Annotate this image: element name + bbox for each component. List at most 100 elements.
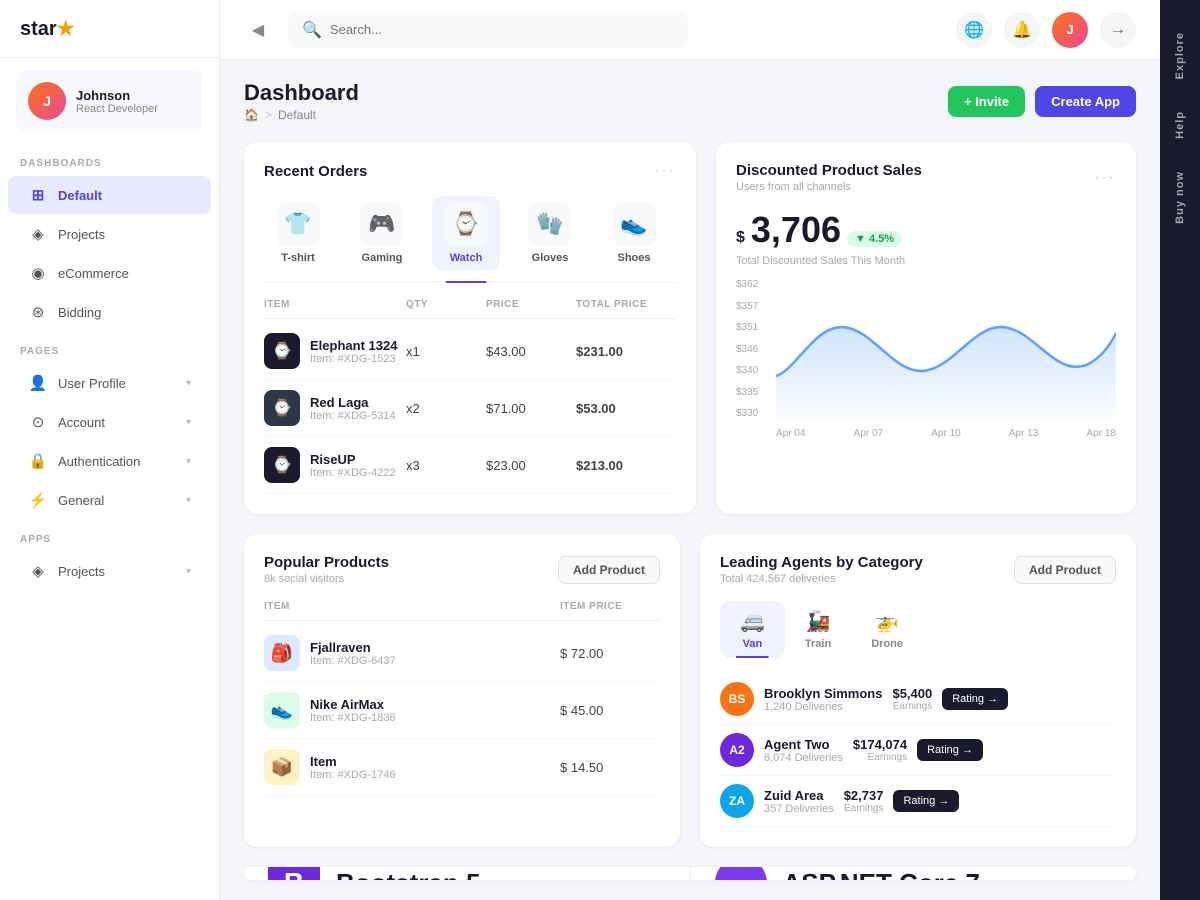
projects-app-icon: ◈: [28, 561, 48, 581]
list-item: ZA Zuid Area 357 Deliveries $2,737 Earni…: [720, 776, 1116, 827]
gaming-icon: 🎮: [360, 202, 404, 246]
rating-button[interactable]: Rating →: [917, 739, 983, 761]
card-menu-icon[interactable]: ···: [654, 162, 676, 180]
table-row: ⌚ Red Laga Item: #XDG-5314 x2 $71.00 $53…: [264, 380, 676, 437]
van-icon: 🚐: [740, 609, 765, 634]
topbar: ◀ 🔍 🌐 🔔 J →: [220, 0, 1160, 60]
tab-van[interactable]: 🚐 Van: [720, 601, 785, 658]
category-tabs: 👕 T-shirt 🎮 Gaming ⌚ Watch 🧤 Gloves: [264, 196, 676, 283]
sidebar-section-apps: APPS ◈ Projects ▾: [0, 520, 219, 591]
aspnet-icon: re: [715, 867, 767, 880]
bidding-icon: ⊛: [28, 302, 48, 322]
dashboard-row-1: Recent Orders ··· 👕 T-shirt 🎮 Gaming ⌚: [244, 142, 1136, 514]
sidebar-item-user-profile[interactable]: 👤 User Profile ▾: [8, 364, 211, 402]
chart-svg-area: [776, 279, 1116, 419]
logo-area: star★: [0, 0, 219, 58]
tab-gloves[interactable]: 🧤 Gloves: [516, 196, 584, 270]
sidebar-section-pages: PAGES 👤 User Profile ▾ ⊙ Account ▾ 🔒 Aut…: [0, 332, 219, 520]
table-row: ⌚ Elephant 1324 Item: #XDG-1523 x1 $43.0…: [264, 323, 676, 380]
projects-icon: ◈: [28, 224, 48, 244]
arrow-right-icon[interactable]: →: [1100, 12, 1136, 48]
banner-left: B Bootstrap 5: [244, 867, 691, 880]
sidebar-item-label: Projects: [58, 564, 105, 579]
sidebar-item-general[interactable]: ⚡ General ▾: [8, 481, 211, 519]
breadcrumb: 🏠 > Default: [244, 108, 359, 122]
user-icon: 👤: [28, 373, 48, 393]
agent-tabs: 🚐 Van 🚂 Train 🚁 Drone: [720, 601, 1116, 658]
product-icon: 📦: [264, 749, 300, 785]
page-header-left: Dashboard 🏠 > Default: [244, 80, 359, 122]
recent-orders-card: Recent Orders ··· 👕 T-shirt 🎮 Gaming ⌚: [244, 142, 696, 514]
topbar-right: 🌐 🔔 J →: [956, 12, 1136, 48]
product-icon: 🎒: [264, 635, 300, 671]
section-label-pages: PAGES: [0, 332, 219, 363]
chart-y-axis: $362 $357 $351 $346 $340 $335 $330: [736, 279, 758, 419]
topbar-avatar[interactable]: J: [1052, 12, 1088, 48]
table-row: ⌚ RiseUP Item: #XDG-4222 x3 $23.00 $213.…: [264, 437, 676, 494]
user-profile-card: J Johnson React Developer: [16, 70, 203, 132]
tab-shoes[interactable]: 👟 Shoes: [600, 196, 668, 270]
add-product-agents-button[interactable]: Add Product: [1014, 556, 1116, 584]
list-item: 👟 Nike AirMax Item: #XDG-1836 $ 45.00: [264, 682, 660, 739]
banner-right: re ASP.NET Core 7: [691, 867, 1137, 880]
tab-train[interactable]: 🚂 Train: [785, 601, 851, 658]
sidebar-item-label: eCommerce: [58, 266, 129, 281]
globe-icon-button[interactable]: 🌐: [956, 12, 992, 48]
sidebar-item-label: Account: [58, 415, 105, 430]
currency-symbol: $: [736, 229, 745, 247]
avatar: ZA: [720, 784, 754, 818]
general-icon: ⚡: [28, 490, 48, 510]
card-title-agents: Leading Agents by Category: [720, 554, 923, 571]
explore-link[interactable]: Explore: [1174, 16, 1186, 95]
search-input[interactable]: [330, 22, 674, 37]
main-area: ◀ 🔍 🌐 🔔 J → Dashboard 🏠 > Default: [220, 0, 1160, 900]
sidebar-item-ecommerce[interactable]: ◉ eCommerce: [8, 254, 211, 292]
sidebar-item-bidding[interactable]: ⊛ Bidding: [8, 293, 211, 331]
tab-gaming[interactable]: 🎮 Gaming: [348, 196, 416, 270]
chart-x-axis: Apr 04 Apr 07 Apr 10 Apr 13 Apr 18: [776, 428, 1116, 439]
sidebar-item-label: General: [58, 493, 104, 508]
sidebar-toggle-button[interactable]: ◀: [244, 16, 272, 44]
tab-drone[interactable]: 🚁 Drone: [851, 601, 923, 658]
sidebar-item-projects-app[interactable]: ◈ Projects ▾: [8, 552, 211, 590]
sales-chart: $362 $357 $351 $346 $340 $335 $330: [736, 279, 1116, 439]
buy-now-link[interactable]: Buy now: [1174, 155, 1186, 240]
card-menu-icon[interactable]: ···: [1094, 169, 1116, 187]
add-product-button[interactable]: Add Product: [558, 556, 660, 584]
content-area: Dashboard 🏠 > Default + Invite Create Ap…: [220, 60, 1160, 900]
sidebar-item-projects[interactable]: ◈ Projects: [8, 215, 211, 253]
watch-icon: ⌚: [444, 202, 488, 246]
sidebar-item-authentication[interactable]: 🔒 Authentication ▾: [8, 442, 211, 480]
popular-products-card: Popular Products 8k social visitors Add …: [244, 534, 680, 847]
ecommerce-icon: ◉: [28, 263, 48, 283]
create-app-button[interactable]: Create App: [1035, 86, 1136, 117]
discounted-sales-card: Discounted Product Sales Users from all …: [716, 142, 1136, 514]
notification-icon-button[interactable]: 🔔: [1004, 12, 1040, 48]
sidebar-section-dashboards: DASHBOARDS ⊞ Default ◈ Projects ◉ eComme…: [0, 144, 219, 332]
user-name: Johnson: [76, 88, 158, 103]
product-icon: 👟: [264, 692, 300, 728]
leading-agents-card: Leading Agents by Category Total 424,567…: [700, 534, 1136, 847]
chevron-down-icon: ▾: [186, 417, 191, 428]
list-item: 📦 Item Item: #XDG-1746 $ 14.50: [264, 739, 660, 796]
section-label-dashboards: DASHBOARDS: [0, 144, 219, 175]
help-link[interactable]: Help: [1174, 95, 1186, 155]
home-icon: 🏠: [244, 108, 259, 122]
invite-button[interactable]: + Invite: [948, 86, 1025, 117]
rating-button[interactable]: Rating →: [942, 688, 1008, 710]
card-header: Leading Agents by Category Total 424,567…: [720, 554, 1116, 585]
lock-icon: 🔒: [28, 451, 48, 471]
sidebar-item-account[interactable]: ⊙ Account ▾: [8, 403, 211, 441]
breadcrumb-sep: >: [265, 108, 272, 122]
bottom-banner: B Bootstrap 5 re ASP.NET Core 7: [244, 867, 1136, 880]
avatar: BS: [720, 682, 754, 716]
card-subtitle-agents: Total 424,567 deliveries: [720, 573, 923, 585]
tab-watch[interactable]: ⌚ Watch: [432, 196, 500, 270]
card-title-recent-orders: Recent Orders: [264, 163, 367, 180]
chevron-down-icon: ▾: [186, 378, 191, 389]
tab-tshirt[interactable]: 👕 T-shirt: [264, 196, 332, 270]
rating-button[interactable]: Rating →: [893, 790, 959, 812]
section-label-apps: APPS: [0, 520, 219, 551]
sidebar-item-default[interactable]: ⊞ Default: [8, 176, 211, 214]
orders-table-header: ITEM QTY PRICE TOTAL PRICE: [264, 299, 676, 319]
